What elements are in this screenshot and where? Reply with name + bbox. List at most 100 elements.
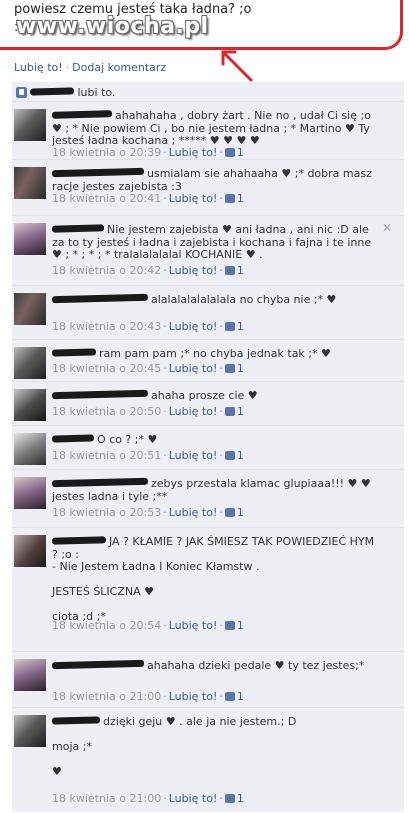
comment-item: O co ? ;* ♥ 18 kwietnia o 20:51 · Lubię to… (12, 426, 404, 470)
avatar[interactable] (14, 223, 46, 255)
comment-time[interactable]: 18 kwietnia o 20:53 (52, 506, 161, 519)
comment-like-link[interactable]: Lubię to! (169, 449, 218, 462)
avatar[interactable] (14, 293, 46, 325)
comment-item: zebys przestala klamac glupiaaa!!! ♥ ♥ j… (12, 470, 404, 528)
comment-text: ahahaha dzieki pedale ♥ ty tez jestes;* (147, 659, 365, 672)
redacted-name (51, 477, 149, 488)
like-count-icon (224, 322, 235, 331)
comment-like-link[interactable]: Lubię to! (169, 264, 218, 277)
redacted-name (29, 87, 75, 96)
redacted-name (51, 716, 101, 725)
comment-item: usmialam sie ahahaaha ♥ ;* dobra masz ra… (12, 160, 404, 216)
comment-like-link[interactable]: Lubię to! (169, 619, 218, 632)
comment-meta: 18 kwietnia o 21:00 · Lubię to! · 1 (52, 792, 244, 805)
comment-text: alalalalalalalala no chyba nie ;* ♥ (151, 293, 337, 306)
post-actions: Lubię to! · Dodaj komentarz (14, 61, 166, 74)
comment-body: ahahaha dzieki pedale ♥ ty tez jestes;* (51, 659, 382, 673)
comment-meta: 18 kwietnia o 20:39 · Lubię to! · 1 (52, 146, 244, 159)
avatar[interactable] (14, 477, 46, 509)
comment-like-count[interactable]: 1 (237, 362, 244, 375)
comment-item: Nie jestem zajebista ♥ ani ładna , ani n… (12, 216, 404, 286)
avatar[interactable] (14, 715, 46, 747)
comment-body: alalalalalalalala no chyba nie ;* ♥ (51, 293, 382, 307)
redacted-name (51, 389, 149, 400)
close-icon[interactable]: ✕ (382, 221, 392, 235)
comment-meta: 18 kwietnia o 20:51 · Lubię to! · 1 (52, 449, 244, 462)
comment-time[interactable]: 18 kwietnia o 20:51 (52, 449, 161, 462)
redacted-name (51, 348, 97, 357)
comment-time[interactable]: 18 kwietnia o 21:00 (52, 792, 161, 805)
redacted-name (51, 434, 95, 443)
comment-like-link[interactable]: Lubię to! (169, 192, 218, 205)
comment-body: Nie jestem zajebista ♥ ani ładna , ani n… (51, 223, 382, 262)
avatar[interactable] (14, 347, 46, 379)
comment-item: JA ? KŁAMIE ? JAK ŚMIESZ TAK POWIEDZIEĆ … (12, 528, 404, 652)
comment-time[interactable]: 18 kwietnia o 20:42 (52, 264, 161, 277)
avatar[interactable] (14, 535, 46, 567)
avatar[interactable] (14, 433, 46, 465)
avatar[interactable] (14, 167, 46, 199)
thumbs-up-icon (16, 87, 27, 98)
comment-body: ahahahaha , dobry żart . Nie no , udał C… (51, 109, 382, 148)
avatar[interactable] (14, 109, 46, 141)
comment-like-link[interactable]: Lubię to! (169, 690, 218, 703)
redacted-name (51, 293, 149, 304)
like-count-icon (224, 407, 235, 416)
comment-time[interactable]: 18 kwietnia o 20:43 (52, 320, 161, 333)
comment-like-count[interactable]: 1 (237, 320, 244, 333)
redacted-name (51, 167, 145, 178)
comment-time[interactable]: 18 kwietnia o 20:39 (52, 146, 161, 159)
likes-summary: lubi to. (12, 82, 404, 102)
comment-like-count[interactable]: 1 (237, 264, 244, 277)
comment-like-count[interactable]: 1 (237, 506, 244, 519)
comment-text: ram pam pam ;* no chyba jednak tak ;* ♥ (99, 347, 331, 360)
comment-like-count[interactable]: 1 (237, 192, 244, 205)
comment-like-count[interactable]: 1 (237, 690, 244, 703)
add-comment-link[interactable]: Dodaj komentarz (72, 61, 166, 74)
comment-meta: 18 kwietnia o 20:42 · Lubię to! · 1 (52, 264, 244, 277)
comment-like-link[interactable]: Lubię to! (169, 792, 218, 805)
comment-like-link[interactable]: Lubię to! (169, 405, 218, 418)
comment-meta: 18 kwietnia o 20:54 · Lubię to! · 1 (52, 619, 244, 632)
red-arrow-icon (221, 50, 253, 82)
comment-text: O co ? ;* ♥ (97, 433, 158, 446)
redacted-name (51, 659, 145, 670)
like-count-icon (224, 451, 235, 460)
comment-like-count[interactable]: 1 (237, 449, 244, 462)
comment-text-line: JESTEŚ ŚLICZNA ♥ (52, 585, 155, 598)
comment-text-line: - Nie Jestem Ładna I Koniec Kłamstw . (52, 560, 260, 573)
avatar[interactable] (14, 659, 46, 691)
comment-meta: 18 kwietnia o 20:45 · Lubię to! · 1 (52, 362, 244, 375)
likes-text: lubi to. (77, 86, 116, 99)
comment-body: O co ? ;* ♥ (51, 433, 382, 447)
comment-item: alalalalalalalala no chyba nie ;* ♥ 18 k… (12, 286, 404, 340)
comment-time[interactable]: 18 kwietnia o 20:54 (52, 619, 161, 632)
comment-time[interactable]: 18 kwietnia o 20:45 (52, 362, 161, 375)
comment-time[interactable]: 18 kwietnia o 20:41 (52, 192, 161, 205)
like-count-icon (224, 148, 235, 157)
comment-item: dzięki geju ♥ . ale ja nie jestem.; D mo… (12, 708, 404, 812)
comment-like-link[interactable]: Lubię to! (169, 506, 218, 519)
comment-like-link[interactable]: Lubię to! (169, 362, 218, 375)
comment-body: dzięki geju ♥ . ale ja nie jestem.; D mo… (51, 715, 382, 779)
comment-text-line: moja ;* (52, 740, 92, 753)
avatar[interactable] (14, 389, 46, 421)
comment-body: zebys przestala klamac glupiaaa!!! ♥ ♥ j… (51, 477, 382, 503)
comment-meta: 18 kwietnia o 20:41 · Lubię to! · 1 (52, 192, 244, 205)
comments-panel: lubi to. ahahahaha , dobry żart . Nie no… (12, 82, 404, 812)
comment-time[interactable]: 18 kwietnia o 21:00 (52, 690, 161, 703)
comment-like-count[interactable]: 1 (237, 792, 244, 805)
comment-like-count[interactable]: 1 (237, 146, 244, 159)
like-link[interactable]: Lubię to! (14, 61, 63, 74)
comment-like-count[interactable]: 1 (237, 405, 244, 418)
comment-item: ahahahaha , dobry żart . Nie no , udał C… (12, 102, 404, 160)
comment-like-link[interactable]: Lubię to! (169, 320, 218, 333)
comment-time[interactable]: 18 kwietnia o 20:50 (52, 405, 161, 418)
comment-body: usmialam sie ahahaaha ♥ ;* dobra masz ra… (51, 167, 382, 193)
comment-like-link[interactable]: Lubię to! (169, 146, 218, 159)
comment-text: ahaha prosze cie ♥ (151, 389, 258, 402)
comment-item: ahahaha dzieki pedale ♥ ty tez jestes;* … (12, 652, 404, 708)
comment-like-count[interactable]: 1 (237, 619, 244, 632)
like-count-icon (224, 692, 235, 701)
comment-item: ram pam pam ;* no chyba jednak tak ;* ♥ … (12, 340, 404, 382)
